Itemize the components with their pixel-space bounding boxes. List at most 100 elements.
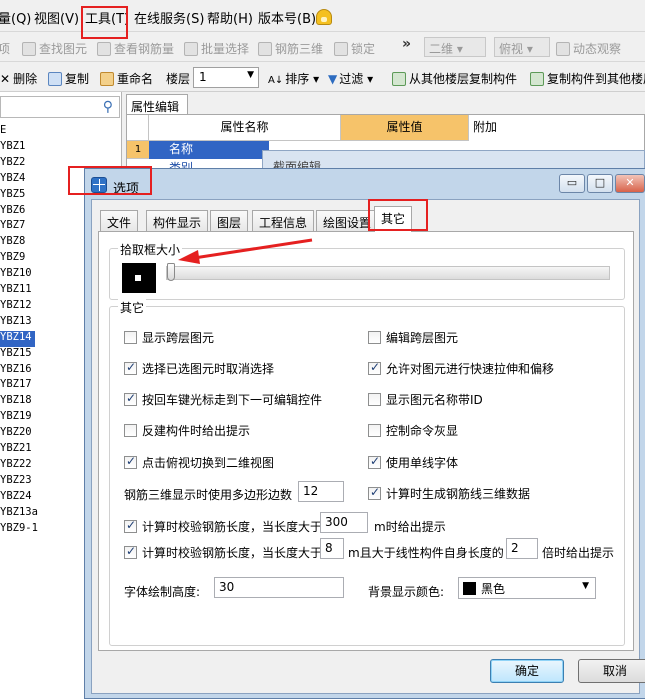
length-input[interactable]: 8 <box>320 538 344 559</box>
rebar-3d-button[interactable]: 钢筋三维 <box>258 40 323 57</box>
column-header-value[interactable]: 属性值 <box>341 115 469 141</box>
check-rebar-length-ratio-checkbox[interactable]: 计算时校验钢筋长度，当长度大于 <box>124 544 322 561</box>
menu-query[interactable]: 量(Q) <box>0 8 31 27</box>
dynamic-observe-button[interactable]: 动态观察 <box>556 40 621 57</box>
single-line-font-checkbox[interactable]: 使用单线字体 <box>368 454 458 471</box>
menu-online-service[interactable]: 在线服务(S) <box>134 8 204 27</box>
filter-button[interactable]: ▼ 过滤 ▾ <box>328 70 373 87</box>
rename-button[interactable]: 重命名 <box>100 70 153 87</box>
pick-box-slider-thumb[interactable] <box>167 263 175 281</box>
tree-item[interactable]: YBZ2 <box>0 156 25 172</box>
cancel-button[interactable]: 取消 <box>578 659 645 683</box>
tab-component-display[interactable]: 构件显示 <box>146 210 209 232</box>
checkbox-box[interactable] <box>368 485 381 500</box>
menu-version[interactable]: 版本号(B) <box>258 8 316 27</box>
tree-item[interactable]: YBZ9-1 <box>0 522 38 538</box>
search-icon[interactable]: ⚲ <box>103 99 113 115</box>
checkbox-box[interactable] <box>124 454 137 469</box>
font-height-input[interactable]: 30 <box>214 577 344 598</box>
polygon-sides-input[interactable]: 12 <box>298 481 344 502</box>
tree-item[interactable]: YBZ13a <box>0 506 38 522</box>
tree-item[interactable]: YBZ6 <box>0 204 25 220</box>
dialog-titlebar[interactable]: 选项 ▭ □ ✕ <box>85 169 645 199</box>
tree-item[interactable]: YBZ13 <box>0 315 32 331</box>
search-input[interactable]: ⚲ <box>0 96 120 118</box>
copy-to-floors-button[interactable]: 复制构件到其他楼层 <box>530 70 645 87</box>
tree-item[interactable]: YBZ1 <box>0 140 25 156</box>
tree-item[interactable]: YBZ9 <box>0 251 25 267</box>
show-name-with-id-checkbox[interactable]: 显示图元名称带ID <box>368 391 483 408</box>
tree-item[interactable]: YBZ20 <box>0 426 32 442</box>
view-top-select[interactable]: 俯视 ▾ <box>494 37 550 57</box>
ratio-input[interactable]: 2 <box>506 538 538 559</box>
tree-item[interactable]: YBZ17 <box>0 378 32 394</box>
property-name-cell[interactable]: 名称 <box>149 141 269 159</box>
top-view-to-2d-checkbox[interactable]: 点击俯视切换到二维视图 <box>124 454 274 471</box>
tree-item[interactable]: YBZ14 <box>0 330 35 347</box>
gen-rebar-3d-checkbox[interactable]: 计算时生成钢筋线三维数据 <box>368 485 530 502</box>
menu-view[interactable]: 视图(V) <box>34 8 79 27</box>
tab-layer[interactable]: 图层 <box>210 210 249 232</box>
checkbox-box[interactable] <box>124 424 137 437</box>
tree-item[interactable]: YBZ12 <box>0 299 32 315</box>
menu-help[interactable]: 帮助(H) <box>207 8 253 27</box>
tree-item[interactable]: YBZ23 <box>0 474 32 490</box>
tree-item[interactable]: E <box>0 124 6 140</box>
deselect-on-reselect-checkbox[interactable]: 选择已选图元时取消选择 <box>124 360 274 377</box>
view-rebar-qty-button[interactable]: 查看钢筋量 <box>97 40 174 57</box>
copy-from-floors-button[interactable]: 从其他楼层复制构件 <box>392 70 517 87</box>
tab-file[interactable]: 文件 <box>100 210 139 232</box>
close-button[interactable]: ✕ <box>615 174 645 193</box>
tree-item[interactable]: YBZ18 <box>0 394 32 410</box>
tree-item[interactable]: YBZ4 <box>0 172 25 188</box>
checkbox-box[interactable] <box>124 391 137 406</box>
quick-stretch-offset-checkbox[interactable]: 允许对图元进行快速拉伸和偏移 <box>368 360 554 377</box>
floor-select[interactable]: 1 ▼ <box>193 67 259 88</box>
checkbox-box[interactable] <box>368 424 381 437</box>
tree-item[interactable]: YBZ5 <box>0 188 25 204</box>
checkbox-box[interactable] <box>124 544 137 559</box>
enter-next-control-checkbox[interactable]: 按回车键光标走到下一可编辑控件 <box>124 391 322 408</box>
checkbox-box[interactable] <box>368 454 381 469</box>
column-header-extra[interactable]: 附加 <box>469 115 509 141</box>
view-2d-select[interactable]: 二维 ▾ <box>424 37 486 57</box>
checkbox-box[interactable] <box>368 331 381 344</box>
checkbox-box[interactable] <box>124 331 137 344</box>
checkbox-box[interactable] <box>368 393 381 406</box>
tab-project-info[interactable]: 工程信息 <box>252 210 315 232</box>
tree-item[interactable]: YBZ19 <box>0 410 32 426</box>
toolbar-overflow-button[interactable]: » <box>402 36 411 52</box>
bg-color-select[interactable]: 黑色 ▼ <box>458 577 596 599</box>
check-rebar-length-checkbox[interactable]: 计算时校验钢筋长度，当长度大于 <box>124 518 322 535</box>
column-header-name[interactable]: 属性名称 <box>149 115 341 141</box>
tree-item[interactable]: YBZ10 <box>0 267 32 283</box>
max-length-input[interactable]: 300 <box>320 512 368 533</box>
show-cross-floor-checkbox[interactable]: 显示跨层图元 <box>124 329 214 346</box>
lock-button[interactable]: 锁定 <box>334 40 375 57</box>
minimize-button[interactable]: ▭ <box>559 174 585 193</box>
tree-item[interactable]: YBZ7 <box>0 219 25 235</box>
edit-cross-floor-checkbox[interactable]: 编辑跨层图元 <box>368 329 458 346</box>
delete-button[interactable]: ✕ 删除 <box>0 70 37 87</box>
tree-item[interactable]: YBZ15 <box>0 347 32 363</box>
maximize-button[interactable]: □ <box>587 174 613 193</box>
pick-box-slider-track[interactable] <box>166 266 610 280</box>
ok-button[interactable]: 确定 <box>490 659 564 683</box>
tree-item[interactable]: YBZ11 <box>0 283 32 299</box>
checkbox-box[interactable] <box>124 518 137 533</box>
command-grayed-checkbox[interactable]: 控制命令灰显 <box>368 422 458 439</box>
checkbox-box[interactable] <box>368 360 381 375</box>
tree-item[interactable]: YBZ8 <box>0 235 25 251</box>
tree-item[interactable]: YBZ16 <box>0 363 32 379</box>
copy-button[interactable]: 复制 <box>48 70 89 87</box>
tab-property-edit[interactable]: 属性编辑 <box>126 94 188 114</box>
helmet-icon[interactable] <box>316 9 332 25</box>
tree-item[interactable]: YBZ22 <box>0 458 32 474</box>
reverse-build-prompt-checkbox[interactable]: 反建构件时给出提示 <box>124 422 250 439</box>
batch-select-button[interactable]: 批量选择 <box>184 40 249 57</box>
find-element-button[interactable]: 查找图元 <box>22 40 87 57</box>
tree-item[interactable]: YBZ24 <box>0 490 32 506</box>
checkbox-box[interactable] <box>124 360 137 375</box>
tree-item[interactable]: YBZ21 <box>0 442 32 458</box>
sort-button[interactable]: A↓ 排序 ▾ <box>268 70 319 87</box>
